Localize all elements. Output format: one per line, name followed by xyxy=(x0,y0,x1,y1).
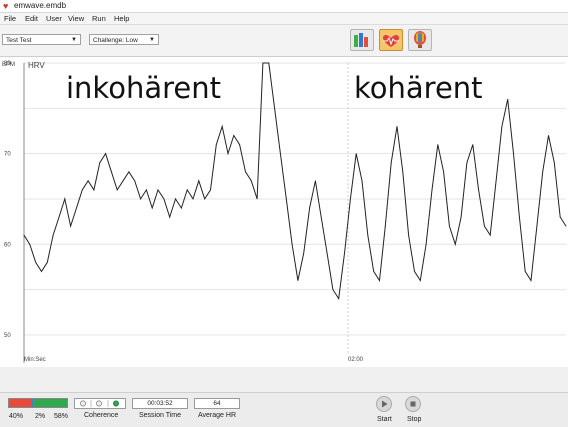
user-select-value: Test Test xyxy=(6,37,32,44)
bar-view-icon xyxy=(354,33,368,47)
y-tick-label: 50 xyxy=(4,333,11,339)
window-title: emwave.emdb xyxy=(14,1,67,10)
y-tick-label: 60 xyxy=(4,242,11,248)
y-tick-label: 70 xyxy=(4,152,11,158)
coherence-high-fill xyxy=(33,399,67,407)
balloon-view-button[interactable] xyxy=(408,29,432,51)
session-time-value: 00:03:52 xyxy=(132,398,188,409)
x-tick-label: 02:00 xyxy=(348,357,364,363)
balloon-view-icon xyxy=(414,31,426,48)
menu-edit[interactable]: Edit xyxy=(25,13,38,24)
start-label: Start xyxy=(377,416,392,423)
status-bar: 40% 2% 58% Coherence 00:03:52 Session Ti… xyxy=(0,392,568,427)
chevron-down-icon: ▼ xyxy=(71,37,77,43)
average-hr-label: Average HR xyxy=(198,412,237,419)
y-axis-label: BPM xyxy=(2,62,15,68)
title-bar: ♥ emwave.emdb xyxy=(0,0,568,13)
challenge-select[interactable]: Challenge: Low ▼ xyxy=(89,34,159,45)
menu-help[interactable]: Help xyxy=(114,13,129,24)
coherence-indicator xyxy=(74,398,126,409)
overlay-label-incoherent: inkohärent xyxy=(66,71,221,105)
average-hr-value: 64 xyxy=(194,398,240,409)
x-axis-label: Min:Sec xyxy=(24,357,46,363)
play-icon xyxy=(382,400,388,408)
bar-view-button[interactable] xyxy=(350,29,374,51)
coherence-low-pct: 40% xyxy=(9,413,24,420)
coherence-label: Coherence xyxy=(84,412,119,419)
coherence-low-fill xyxy=(9,399,33,407)
hrv-chart: 50 60 70 80 BPM HRV Min:Sec 02:00 inkohären… xyxy=(0,56,568,367)
chart-title: HRV xyxy=(28,61,45,70)
coherence-bar xyxy=(8,398,68,408)
coherence-high-pct: 58% xyxy=(54,413,69,420)
coherence-medium-pct: 2% xyxy=(35,413,46,420)
hrv-view-icon xyxy=(383,35,399,47)
stop-label: Stop xyxy=(407,416,422,423)
stop-icon xyxy=(410,401,416,407)
menu-bar: File Edit User View Run Help xyxy=(0,13,568,25)
session-time-label: Session Time xyxy=(139,412,182,419)
chevron-down-icon: ▼ xyxy=(149,37,155,43)
stop-button[interactable] xyxy=(405,396,421,412)
menu-run[interactable]: Run xyxy=(92,13,106,24)
toolbar: Test Test ▼ Challenge: Low ▼ xyxy=(0,25,568,56)
user-select[interactable]: Test Test ▼ xyxy=(2,34,81,45)
start-button[interactable] xyxy=(376,396,392,412)
challenge-select-value: Challenge: Low xyxy=(93,37,138,44)
menu-file[interactable]: File xyxy=(4,13,16,24)
coherence-dots-icon xyxy=(80,400,119,407)
menu-user[interactable]: User xyxy=(46,13,62,24)
overlay-label-coherent: kohärent xyxy=(354,71,483,105)
app-heart-icon: ♥ xyxy=(3,1,9,11)
menu-view[interactable]: View xyxy=(68,13,84,24)
hrv-view-button[interactable] xyxy=(379,29,403,51)
